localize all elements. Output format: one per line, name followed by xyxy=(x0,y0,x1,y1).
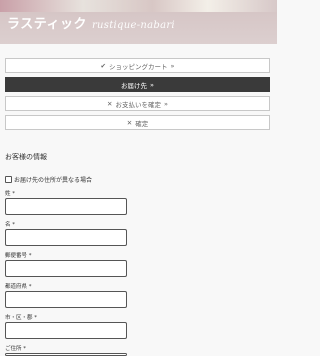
last-name-input[interactable] xyxy=(5,198,127,215)
step-confirm[interactable]: ✕ 確定 xyxy=(5,115,270,130)
close-icon: ✕ xyxy=(107,99,113,108)
postal-code-input[interactable] xyxy=(5,260,127,277)
checkout-steps: ✔ ショッピングカート » お届け先 » ✕ お支払いを確定 » ✕ 確定 xyxy=(5,58,270,134)
check-icon: ✔ xyxy=(100,61,106,70)
alt-address-checkbox[interactable] xyxy=(5,176,12,183)
prefecture-input[interactable] xyxy=(5,291,127,308)
first-name-input[interactable] xyxy=(5,229,127,246)
brand-logo[interactable]: ラスティック rustique-nabari xyxy=(7,13,175,32)
header-photo xyxy=(0,0,277,12)
step-label: ショッピングカート xyxy=(108,62,168,71)
chevron-right-icon: » xyxy=(150,80,154,89)
alt-address-label: お届け先の住所が異なる場合 xyxy=(14,177,93,184)
alt-address-option[interactable]: お届け先の住所が異なる場合 xyxy=(5,175,92,184)
postal-code-label: 郵便番号 * xyxy=(5,253,32,259)
city-input[interactable] xyxy=(5,322,127,339)
brand-name-en: rustique-nabari xyxy=(91,20,175,31)
address-label: ご住所 * xyxy=(5,346,26,352)
prefecture-label: 都道府県 * xyxy=(5,284,32,290)
section-title: お客様の情報 xyxy=(5,153,47,161)
header-banner: ラスティック rustique-nabari xyxy=(0,0,277,44)
chevron-right-icon: » xyxy=(163,99,168,108)
step-payment[interactable]: ✕ お支払いを確定 » xyxy=(5,96,270,111)
last-name-label: 姓 * xyxy=(5,191,15,197)
close-icon: ✕ xyxy=(126,118,133,127)
city-label: 市・区・郡 * xyxy=(5,315,37,321)
first-name-label: 名 * xyxy=(5,222,15,228)
brand-name-jp: ラスティック xyxy=(7,17,87,32)
step-label: お届け先 xyxy=(121,81,147,90)
step-cart[interactable]: ✔ ショッピングカート » xyxy=(5,58,270,73)
step-label: 確定 xyxy=(135,119,149,128)
step-shipping[interactable]: お届け先 » xyxy=(5,77,270,92)
chevron-right-icon: » xyxy=(170,61,175,70)
step-label: お支払いを確定 xyxy=(115,100,161,109)
